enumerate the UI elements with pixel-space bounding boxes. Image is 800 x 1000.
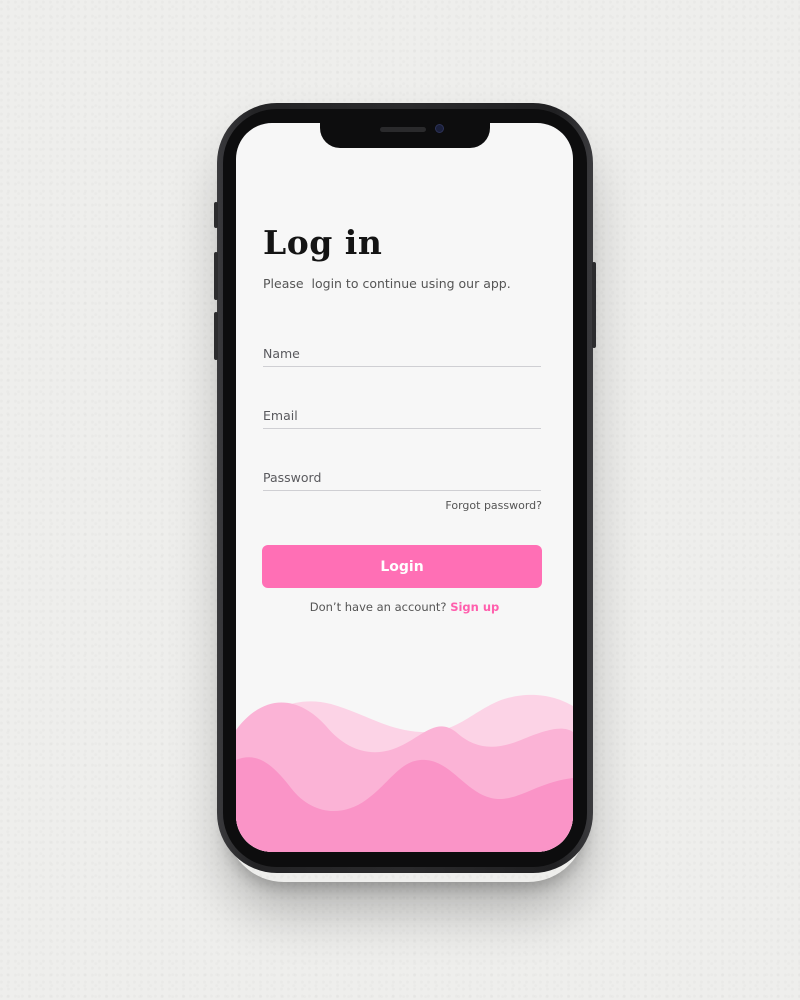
name-field[interactable]	[263, 340, 541, 367]
volume-down-button	[214, 312, 218, 360]
page-subtitle: Please login to continue using our app.	[263, 276, 511, 291]
name-input[interactable]	[263, 340, 541, 366]
forgot-password-link[interactable]: Forgot password?	[386, 499, 542, 512]
notch	[320, 123, 490, 148]
signup-link[interactable]: Sign up	[450, 600, 499, 614]
login-button[interactable]: Login	[262, 545, 542, 588]
app-screen: Log in Please login to continue using ou…	[236, 123, 573, 852]
password-input[interactable]	[263, 464, 541, 490]
speaker-grille	[380, 127, 426, 132]
decorative-waves	[236, 694, 573, 852]
signup-prompt: Don’t have an account?	[309, 600, 447, 614]
password-field[interactable]	[263, 464, 541, 491]
email-input[interactable]	[263, 402, 541, 428]
mute-switch	[214, 202, 218, 228]
email-field[interactable]	[263, 402, 541, 429]
signup-row: Don’t have an account? Sign up	[236, 600, 573, 614]
camera-icon	[435, 124, 444, 133]
volume-up-button	[214, 252, 218, 300]
power-button	[592, 262, 596, 348]
page-title: Log in	[263, 223, 383, 262]
